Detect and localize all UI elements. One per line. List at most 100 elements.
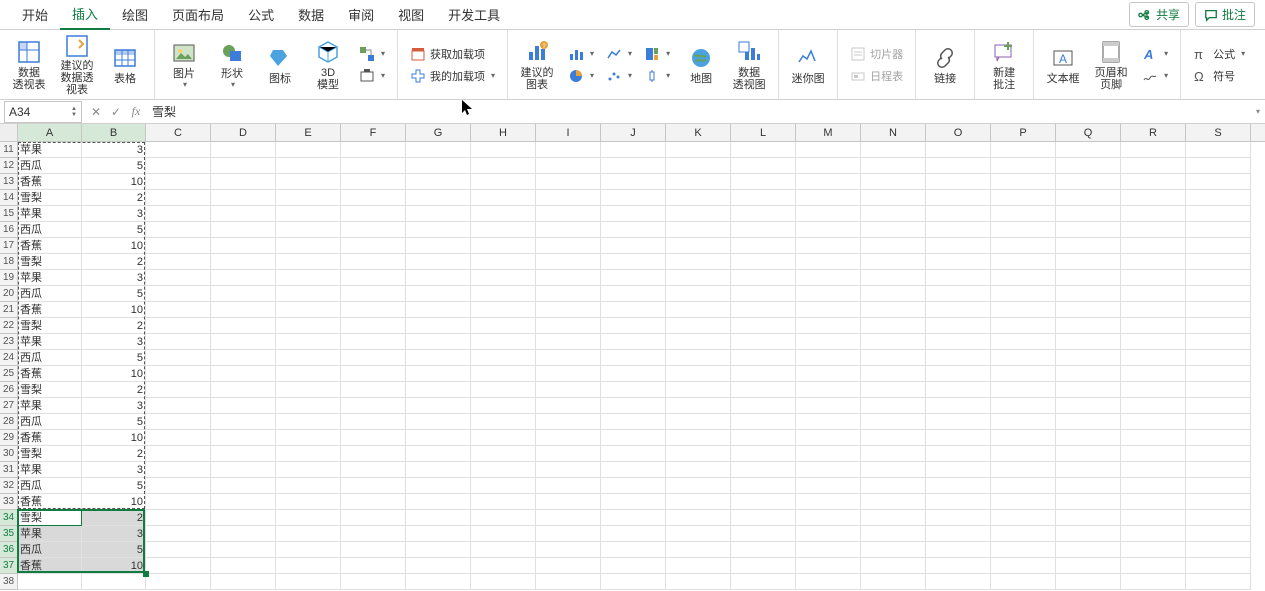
row-header[interactable]: 15 (0, 206, 18, 222)
wordart-button[interactable]: A▾ (1138, 44, 1172, 64)
cell[interactable] (146, 478, 211, 494)
share-button[interactable]: 共享 (1129, 2, 1189, 27)
cell[interactable] (666, 526, 731, 542)
cell[interactable]: 苹果 (18, 398, 82, 414)
column-header-L[interactable]: L (731, 124, 796, 141)
cell[interactable]: 10 (82, 174, 146, 190)
cell[interactable] (796, 462, 861, 478)
rec-charts-button[interactable]: ? 建议的 图表 (516, 34, 558, 96)
rec-pivot-button[interactable]: 建议的 数据透视表 (56, 34, 98, 96)
cell[interactable]: 西瓜 (18, 414, 82, 430)
cell[interactable] (276, 398, 341, 414)
cell[interactable] (211, 510, 276, 526)
cell[interactable] (601, 414, 666, 430)
cell[interactable] (146, 510, 211, 526)
cell[interactable]: 3 (82, 398, 146, 414)
cell[interactable] (1121, 510, 1186, 526)
cell[interactable] (341, 222, 406, 238)
cell[interactable] (146, 446, 211, 462)
cell[interactable]: 3 (82, 206, 146, 222)
cell[interactable] (536, 494, 601, 510)
row-header[interactable]: 23 (0, 334, 18, 350)
cell[interactable] (1186, 206, 1251, 222)
cell[interactable] (666, 414, 731, 430)
cell[interactable] (926, 494, 991, 510)
cell[interactable]: 5 (82, 478, 146, 494)
cell[interactable] (1056, 206, 1121, 222)
cell[interactable]: 西瓜 (18, 286, 82, 302)
cell[interactable] (666, 542, 731, 558)
cell[interactable] (341, 174, 406, 190)
cell[interactable] (991, 542, 1056, 558)
pictures-button[interactable]: 图片 ▾ (163, 34, 205, 96)
cell[interactable] (1056, 334, 1121, 350)
row-header[interactable]: 31 (0, 462, 18, 478)
column-header-G[interactable]: G (406, 124, 471, 141)
cell[interactable] (276, 142, 341, 158)
cell[interactable]: 香蕉 (18, 238, 82, 254)
cell[interactable] (601, 510, 666, 526)
column-header-O[interactable]: O (926, 124, 991, 141)
cell[interactable] (276, 558, 341, 574)
cell[interactable]: 2 (82, 318, 146, 334)
cell[interactable] (406, 558, 471, 574)
row-header[interactable]: 29 (0, 430, 18, 446)
cell[interactable] (991, 174, 1056, 190)
cell[interactable] (861, 446, 926, 462)
cell[interactable] (406, 318, 471, 334)
cell[interactable] (211, 286, 276, 302)
cell[interactable] (1056, 494, 1121, 510)
cell[interactable] (926, 414, 991, 430)
cell[interactable] (211, 462, 276, 478)
cell[interactable] (146, 222, 211, 238)
cell[interactable] (211, 542, 276, 558)
new-comment-button[interactable]: 新建 批注 (983, 34, 1025, 96)
cell[interactable] (1056, 302, 1121, 318)
cell[interactable] (1186, 526, 1251, 542)
cell[interactable] (601, 142, 666, 158)
cell[interactable] (471, 366, 536, 382)
cell[interactable] (1186, 302, 1251, 318)
cell[interactable] (341, 334, 406, 350)
cell[interactable] (601, 190, 666, 206)
cancel-formula-button[interactable]: ✕ (86, 105, 106, 119)
cell[interactable] (211, 270, 276, 286)
cell[interactable] (406, 494, 471, 510)
cell[interactable] (536, 254, 601, 270)
cell[interactable] (796, 446, 861, 462)
cell[interactable] (1186, 286, 1251, 302)
column-header-B[interactable]: B (82, 124, 146, 141)
formula-input[interactable]: 雪梨 (146, 103, 1251, 120)
cell[interactable] (146, 414, 211, 430)
cell[interactable] (1121, 478, 1186, 494)
cell[interactable] (211, 558, 276, 574)
cell[interactable] (1121, 302, 1186, 318)
cell[interactable] (601, 318, 666, 334)
cell[interactable] (1121, 334, 1186, 350)
cell[interactable]: 5 (82, 222, 146, 238)
cell[interactable] (146, 430, 211, 446)
cell[interactable] (1121, 270, 1186, 286)
cell[interactable] (991, 510, 1056, 526)
cell[interactable] (796, 334, 861, 350)
cell[interactable] (861, 318, 926, 334)
cell[interactable]: 10 (82, 430, 146, 446)
cell[interactable] (796, 270, 861, 286)
cell[interactable] (1186, 414, 1251, 430)
cell[interactable] (666, 158, 731, 174)
cell[interactable] (536, 382, 601, 398)
cell[interactable] (146, 366, 211, 382)
cell[interactable] (731, 382, 796, 398)
cell[interactable] (601, 558, 666, 574)
cell[interactable] (861, 526, 926, 542)
cell[interactable]: 10 (82, 366, 146, 382)
cell[interactable] (991, 222, 1056, 238)
cell[interactable] (536, 478, 601, 494)
cell[interactable] (926, 174, 991, 190)
cell[interactable] (406, 142, 471, 158)
cell[interactable] (276, 494, 341, 510)
cell[interactable]: 雪梨 (18, 510, 82, 526)
cell[interactable] (211, 382, 276, 398)
cell[interactable] (861, 158, 926, 174)
cell[interactable] (146, 558, 211, 574)
